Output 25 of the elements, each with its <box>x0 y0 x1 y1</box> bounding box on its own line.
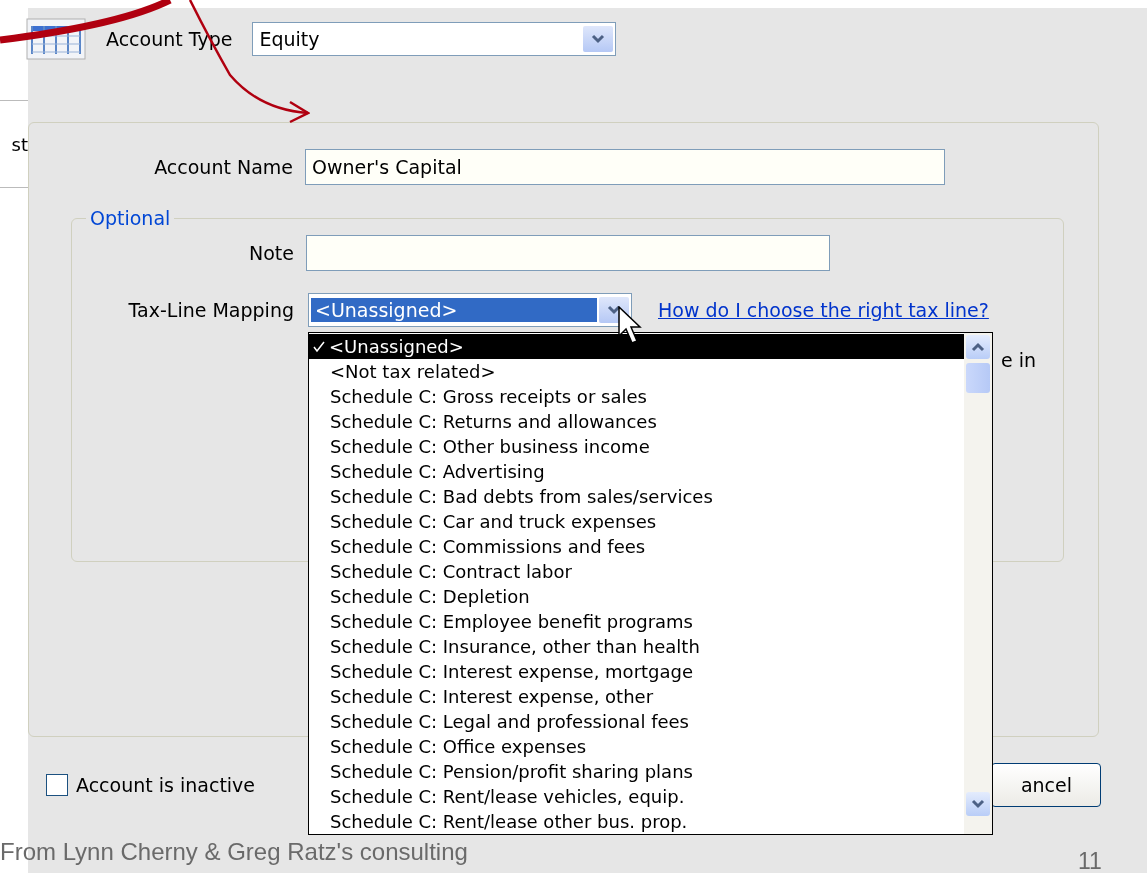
tax-line-select[interactable]: <Unassigned> <box>308 293 632 327</box>
note-field[interactable] <box>306 235 830 271</box>
scroll-thumb[interactable] <box>966 363 990 393</box>
dropdown-button[interactable] <box>583 26 614 52</box>
chevron-down-icon <box>591 34 606 44</box>
page-number: 11 <box>1078 848 1102 873</box>
chevron-down-icon <box>971 799 985 809</box>
account-name-field[interactable]: Owner's Capital <box>305 149 945 185</box>
slide-caption: From Lynn Cherny & Greg Ratz's consulting <box>0 838 468 866</box>
dropdown-option[interactable]: <Unassigned> <box>309 334 964 359</box>
cut-text: st <box>11 133 28 155</box>
checkmark-icon <box>313 340 325 353</box>
account-type-select[interactable]: Equity <box>252 22 617 56</box>
field-label: Tax-Line Mapping <box>128 299 294 321</box>
chevron-down-icon <box>607 305 621 315</box>
scroll-up-button[interactable] <box>966 335 990 359</box>
group-legend: Optional <box>86 207 175 229</box>
help-link[interactable]: How do I choose the right tax line? <box>658 299 989 321</box>
field-label: Account Name <box>154 156 293 178</box>
chevron-up-icon <box>971 342 985 352</box>
checkbox-label: Account is inactive <box>76 774 256 796</box>
cancel-button[interactable]: ancel <box>991 763 1101 807</box>
field-label: Note <box>249 242 294 264</box>
scroll-down-button[interactable] <box>966 792 990 816</box>
partial-text: e in <box>1001 349 1037 371</box>
